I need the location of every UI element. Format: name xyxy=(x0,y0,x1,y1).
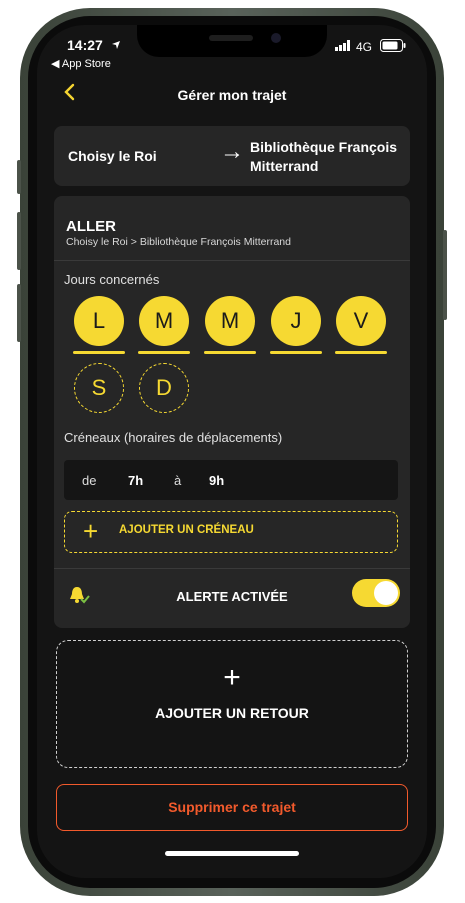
day-underline xyxy=(73,351,125,354)
day-wednesday[interactable]: M xyxy=(205,296,255,346)
day-sunday[interactable]: D xyxy=(139,363,189,413)
home-indicator xyxy=(165,851,299,856)
notch xyxy=(137,25,327,57)
trip-card: ALLER Choisy le Roi > Bibliothèque Franç… xyxy=(54,196,410,628)
days-label: Jours concernés xyxy=(64,272,160,287)
divider xyxy=(54,260,410,261)
slots-label: Créneaux (horaires de déplacements) xyxy=(64,430,283,445)
route-card: Choisy le Roi → Bibliothèque François Mi… xyxy=(54,126,410,186)
add-return-label: AJOUTER UN RETOUR xyxy=(155,705,309,721)
add-return-button[interactable]: + AJOUTER UN RETOUR xyxy=(56,640,408,768)
slot-from-value: 7h xyxy=(128,473,144,488)
page-title: Gérer mon trajet xyxy=(177,87,287,103)
signal-icon xyxy=(335,40,350,51)
slot-from-label: de xyxy=(82,473,97,488)
network-type: 4G xyxy=(356,40,373,54)
delete-trip-button[interactable]: Supprimer ce trajet xyxy=(56,784,408,831)
speaker xyxy=(209,35,253,41)
add-slot-button[interactable]: + AJOUTER UN CRÉNEAU xyxy=(64,511,398,553)
slot-to-value: 9h xyxy=(209,473,225,488)
route-destination: Bibliothèque François Mitterrand xyxy=(250,139,398,174)
day-underline xyxy=(270,351,322,354)
camera xyxy=(271,33,281,43)
power-button xyxy=(443,230,447,320)
volume-down-button xyxy=(17,284,21,342)
location-arrow-icon xyxy=(112,41,120,49)
battery-icon xyxy=(380,39,406,52)
day-underline xyxy=(138,351,190,354)
direction-subtitle: Choisy le Roi > Bibliothèque François Mi… xyxy=(66,236,291,248)
plus-icon: + xyxy=(223,661,241,694)
alert-row: ALERTE ACTIVÉE xyxy=(54,569,410,627)
alert-toggle[interactable] xyxy=(352,579,400,607)
day-underline xyxy=(335,351,387,354)
day-thursday[interactable]: J xyxy=(271,296,321,346)
slot-to-label: à xyxy=(174,473,182,488)
back-to-app-store[interactable]: ◀ App Store xyxy=(51,57,111,70)
day-saturday[interactable]: S xyxy=(74,363,124,413)
direction-title: ALLER xyxy=(66,218,116,235)
toggle-knob xyxy=(374,581,398,605)
day-tuesday[interactable]: M xyxy=(139,296,189,346)
time-slot[interactable]: de 7h à 9h xyxy=(64,460,398,500)
arrow-right-icon: → xyxy=(220,138,244,165)
mute-switch xyxy=(17,160,21,194)
day-monday[interactable]: L xyxy=(74,296,124,346)
route-origin: Choisy le Roi xyxy=(68,148,157,164)
day-underline xyxy=(204,351,256,354)
app-screen: 14:27 ◀ App Store 4G Gérer mon trajet Ch… xyxy=(37,25,427,878)
day-friday[interactable]: V xyxy=(336,296,386,346)
add-slot-label: AJOUTER UN CRÉNEAU xyxy=(119,524,254,536)
plus-icon: + xyxy=(83,516,99,546)
status-time: 14:27 xyxy=(67,37,103,53)
volume-up-button xyxy=(17,212,21,270)
